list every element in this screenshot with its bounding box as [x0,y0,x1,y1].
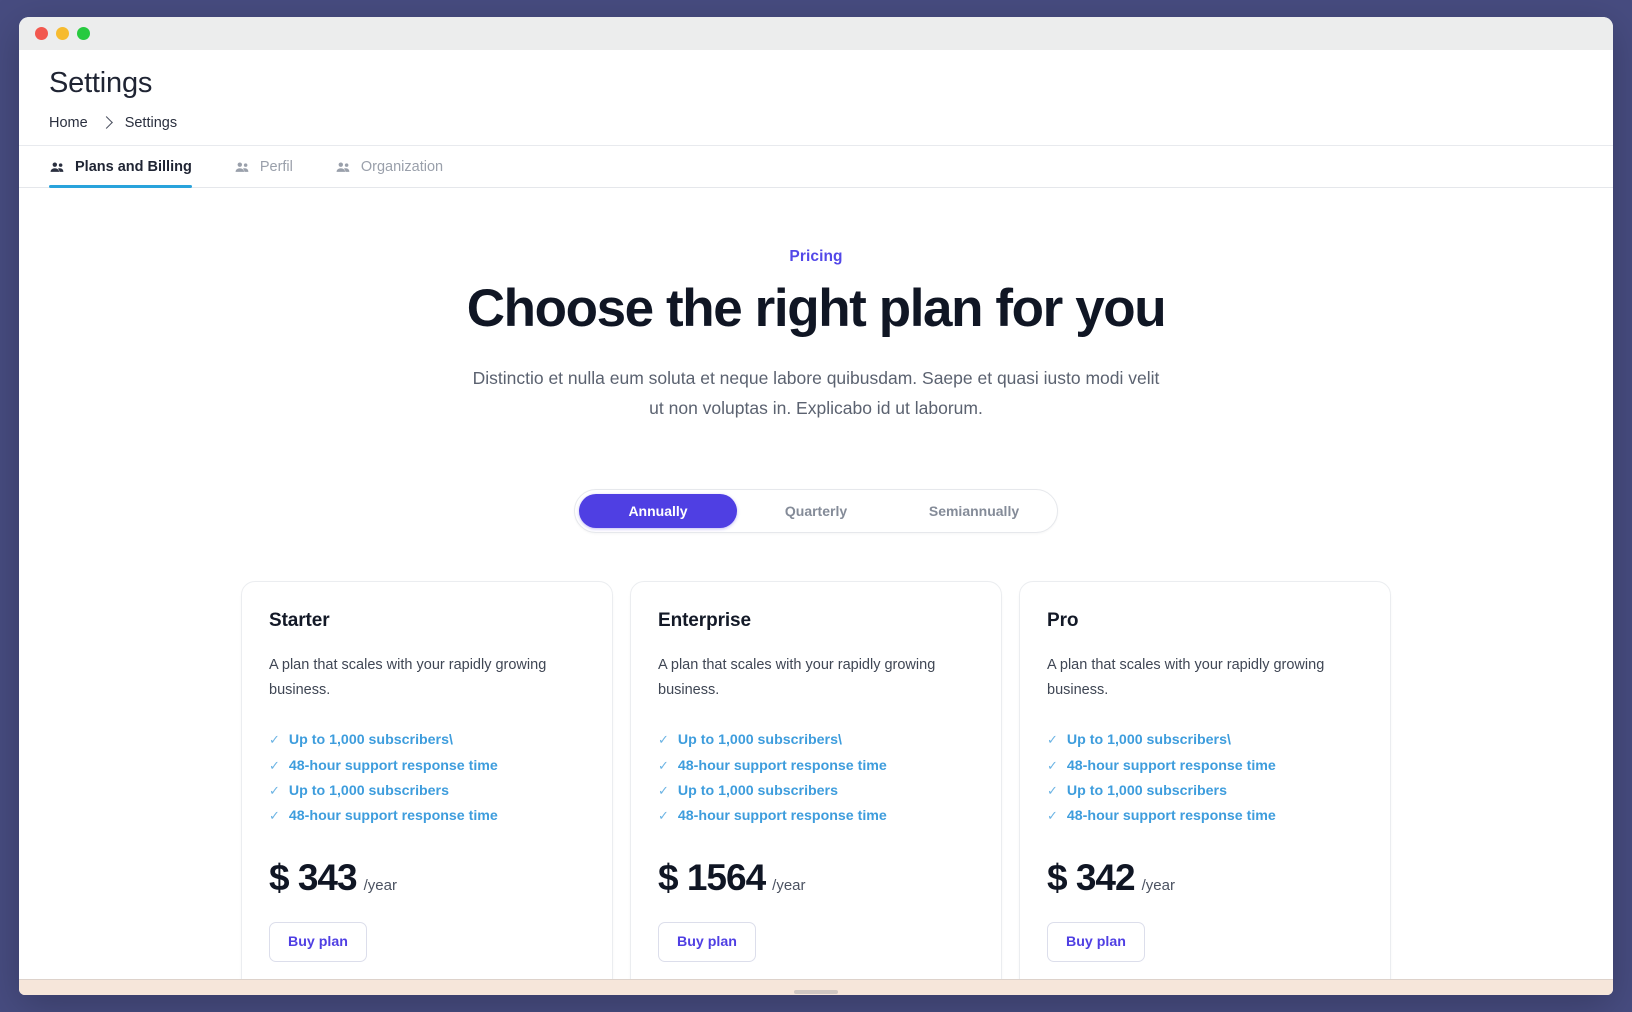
plan-price: $ 343 [269,856,358,898]
pricing-headline: Choose the right plan for you [466,278,1167,338]
plan-feature: ✓ Up to 1,000 subscribers\ [269,728,585,753]
page-title: Settings [49,67,153,99]
plan-period: /year [772,876,806,894]
plan-feature: ✓ 48-hour support response time [658,753,974,778]
check-icon: ✓ [658,732,669,748]
tab-label: Plans and Billing [75,159,192,176]
window-status-strip [19,979,1613,995]
check-icon: ✓ [1047,757,1058,773]
main-content: Pricing Choose the right plan for you Di… [19,187,1613,979]
plan-feature-list: ✓ Up to 1,000 subscribers\ ✓ 48-hour sup… [658,728,974,829]
breadcrumb-item-home[interactable]: Home [49,115,88,131]
window-close-button[interactable] [35,27,48,40]
plan-name: Pro [1047,610,1079,632]
billing-option-annually[interactable]: Annually [579,494,737,529]
tab-perfil[interactable]: Perfil [230,146,309,187]
check-icon: ✓ [658,808,669,824]
plan-description: A plan that scales with your rapidly gro… [269,657,547,698]
check-icon: ✓ [1047,808,1058,824]
breadcrumb-item-settings[interactable]: Settings [125,115,177,131]
check-icon: ✓ [269,732,280,748]
pricing-subhead: Distinctio et nulla eum soluta et neque … [472,368,1160,419]
plan-card-enterprise: Enterprise A plan that scales with your … [630,581,1002,979]
buy-plan-button[interactable]: Buy plan [1047,921,1145,962]
check-icon: ✓ [269,782,280,798]
plan-feature: ✓ Up to 1,000 subscribers [269,778,585,803]
plan-feature-label: 48-hour support response time [288,757,498,774]
plan-feature: ✓ 48-hour support response time [269,753,585,778]
app-header: Settings Home Settings [19,50,1613,145]
tab-label: Organization [360,159,444,176]
plan-feature-label: Up to 1,000 subscribers [288,782,449,799]
plan-period: /year [1141,876,1175,894]
billing-period-switch[interactable]: Annually Quarterly Semiannually [574,489,1058,534]
plan-feature-label: 48-hour support response time [288,808,498,825]
pricing-eyebrow: Pricing [789,247,843,265]
tab-organization[interactable]: Organization [331,146,459,187]
buy-plan-button[interactable]: Buy plan [269,921,367,962]
users-icon [335,159,352,176]
plan-feature-label: Up to 1,000 subscribers [1066,782,1227,799]
plan-feature: ✓ 48-hour support response time [269,804,585,829]
plan-feature-label: 48-hour support response time [677,808,887,825]
plan-price-row: $ 342 /year [1047,859,1363,896]
plan-card-pro: Pro A plan that scales with your rapidly… [1019,581,1391,979]
resize-handle[interactable] [794,990,838,994]
plan-feature: ✓ Up to 1,000 subscribers [1047,778,1363,803]
plan-feature-label: Up to 1,000 subscribers [677,782,838,799]
plan-feature: ✓ Up to 1,000 subscribers [658,778,974,803]
plan-feature: ✓ 48-hour support response time [1047,753,1363,778]
window-minimize-button[interactable] [56,27,69,40]
plan-feature-label: 48-hour support response time [1066,808,1276,825]
plan-price-row: $ 343 /year [269,859,585,896]
plan-description: A plan that scales with your rapidly gro… [1047,657,1325,698]
plan-feature: ✓ 48-hour support response time [658,804,974,829]
plan-feature: ✓ Up to 1,000 subscribers\ [658,728,974,753]
tab-plans-and-billing[interactable]: Plans and Billing [49,146,208,188]
breadcrumb: Home Settings [49,115,1583,145]
tab-bar: Plans and Billing Perfil Organization [19,144,1613,188]
users-icon [234,159,251,176]
billing-option-semiannually[interactable]: Semiannually [895,494,1053,528]
plan-price: $ 342 [1047,856,1136,898]
check-icon: ✓ [269,757,280,773]
check-icon: ✓ [1047,732,1058,748]
billing-option-quarterly[interactable]: Quarterly [737,494,895,528]
chevron-right-icon [99,116,113,130]
check-icon: ✓ [269,808,280,824]
plan-name: Starter [269,610,330,632]
pricing-section: Pricing Choose the right plan for you Di… [19,188,1613,979]
buy-plan-button[interactable]: Buy plan [658,921,756,962]
plan-price: $ 1564 [658,856,766,898]
plan-feature: ✓ 48-hour support response time [1047,804,1363,829]
plan-card-list: Starter A plan that scales with your rap… [19,581,1613,979]
plan-feature: ✓ Up to 1,000 subscribers\ [1047,728,1363,753]
window-titlebar [19,17,1613,50]
tab-label: Perfil [259,159,293,176]
plan-feature-label: Up to 1,000 subscribers\ [288,732,453,749]
window-zoom-button[interactable] [77,27,90,40]
check-icon: ✓ [658,757,669,773]
plan-feature-label: 48-hour support response time [1066,757,1276,774]
plan-feature-label: Up to 1,000 subscribers\ [677,732,842,749]
plan-feature-label: 48-hour support response time [677,757,887,774]
app-window: Settings Home Settings Plans and Billing [19,17,1613,995]
billing-period-switch-wrap: Annually Quarterly Semiannually [19,489,1613,534]
plan-feature-list: ✓ Up to 1,000 subscribers\ ✓ 48-hour sup… [1047,728,1363,829]
plan-name: Enterprise [658,610,751,632]
plan-feature-list: ✓ Up to 1,000 subscribers\ ✓ 48-hour sup… [269,728,585,829]
plan-period: /year [363,876,397,894]
plan-feature-label: Up to 1,000 subscribers\ [1066,732,1231,749]
users-icon [49,159,66,176]
plan-card-starter: Starter A plan that scales with your rap… [241,581,613,979]
plan-description: A plan that scales with your rapidly gro… [658,657,936,698]
check-icon: ✓ [1047,782,1058,798]
plan-price-row: $ 1564 /year [658,859,974,896]
check-icon: ✓ [658,782,669,798]
